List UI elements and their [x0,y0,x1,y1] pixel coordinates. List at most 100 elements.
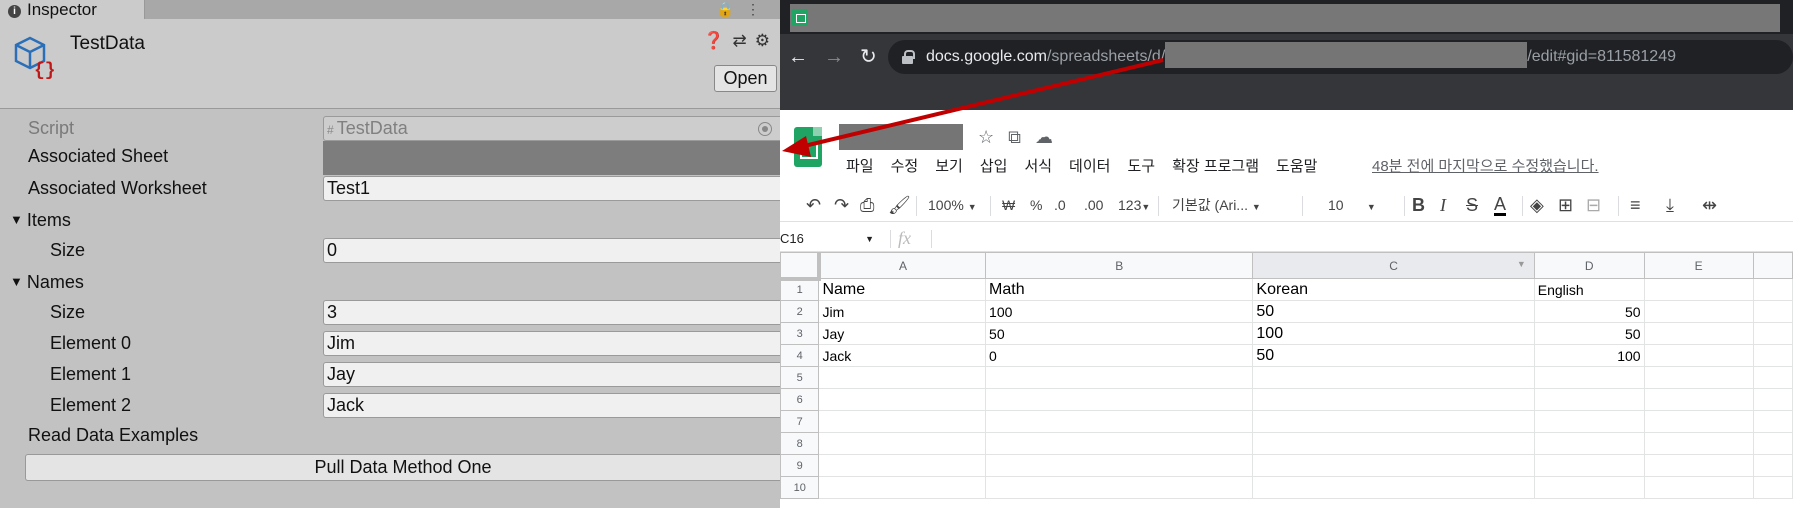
menu-item[interactable]: 도움말 [1276,158,1317,175]
cell[interactable] [985,410,1254,433]
last-edit-link[interactable]: 48분 전에 마지막으로 수정했습니다. [1372,155,1599,176]
menu-item[interactable]: 도구 [1127,158,1155,175]
menu-item[interactable]: 수정 [891,158,919,175]
cell[interactable] [1643,388,1754,411]
cell[interactable] [985,432,1254,455]
text-wrap-icon[interactable]: ⇹ [1702,195,1717,215]
column-header[interactable] [1752,252,1793,279]
element-field[interactable]: Jay [323,362,780,387]
cell[interactable]: 50 [985,322,1254,345]
cell[interactable] [1533,432,1645,455]
column-header[interactable]: E [1643,252,1754,279]
cell[interactable] [818,432,987,455]
cell[interactable] [985,476,1254,499]
cell[interactable] [818,454,987,477]
cell[interactable] [1752,410,1793,433]
menu-item[interactable]: 삽입 [980,158,1008,175]
object-picker-icon[interactable] [758,122,772,136]
cell[interactable] [1533,366,1645,389]
inspector-tab[interactable]: i Inspector [0,0,145,19]
cell[interactable]: Korean [1252,278,1535,301]
items-size-field[interactable]: 0 [323,238,780,263]
cell[interactable] [1643,300,1754,323]
more-icon[interactable]: ⋮ [746,1,772,17]
element-field[interactable]: Jack [323,393,780,418]
element-field[interactable]: Jim [323,331,780,356]
star-icon[interactable]: ☆ [978,127,1008,147]
cell[interactable] [1252,388,1535,411]
cell[interactable] [1752,454,1793,477]
row-header[interactable]: 7 [780,410,820,433]
cell[interactable] [1252,410,1535,433]
chevron-down-icon[interactable]: ▼ [1517,259,1526,269]
paint-format-icon[interactable]: 🖌 [888,195,911,215]
font-select[interactable]: 기본값 (Ari... ▼ [1172,195,1261,217]
cell[interactable]: 50 [1533,322,1645,345]
text-color-button[interactable]: A [1494,195,1507,216]
undo-icon[interactable]: ↶ [806,195,821,215]
names-foldout[interactable]: ▼ Names [0,266,780,297]
cell[interactable] [1752,388,1793,411]
gear-icon[interactable]: ⚙ [755,31,778,50]
pull-data-method-one-button[interactable]: Pull Data Method One [25,454,780,481]
cell[interactable]: English [1533,278,1645,301]
cell[interactable] [1643,278,1754,301]
menu-item[interactable]: 서식 [1024,158,1052,175]
move-folder-icon[interactable]: ⧉ [1008,127,1035,147]
cell[interactable] [1533,388,1645,411]
cell[interactable] [1252,432,1535,455]
cloud-status-icon[interactable]: ☁ [1035,127,1067,147]
cell[interactable] [1643,366,1754,389]
doc-title-redacted[interactable] [839,124,963,150]
row-header[interactable]: 1 [780,278,820,301]
print-icon[interactable]: ⎙ [860,195,874,215]
cell[interactable] [1752,366,1793,389]
cell[interactable] [1643,410,1754,433]
borders-icon[interactable]: ⊞ [1558,195,1573,215]
cell[interactable] [1752,300,1793,323]
cell[interactable] [985,388,1254,411]
increase-decimal-button[interactable]: .00 [1084,195,1103,215]
cell[interactable] [1752,432,1793,455]
cell[interactable] [985,454,1254,477]
cell[interactable]: Jim [818,300,987,323]
bold-button[interactable]: B [1412,195,1425,215]
preset-icon[interactable]: ⇄ [733,31,755,50]
font-size-select[interactable]: 10 ▼ [1328,195,1376,217]
column-header[interactable]: C ▼ [1252,252,1535,279]
back-icon[interactable]: ← [788,46,824,68]
foldout-arrow-icon[interactable]: ▼ [10,204,23,235]
cell[interactable] [1252,454,1535,477]
cell[interactable]: 100 [1252,322,1535,345]
currency-button[interactable]: ₩ [1002,195,1015,215]
address-bar[interactable]: docs.google.com/spreadsheets/d/ /edit#gid… [888,40,1793,74]
merge-cells-icon[interactable]: ⊟ [1586,195,1601,215]
sheets-logo-icon[interactable] [794,127,822,167]
lock-icon[interactable] [902,50,915,64]
cell[interactable] [1252,366,1535,389]
cell[interactable] [1752,344,1793,367]
cell[interactable]: 100 [1533,344,1645,367]
fill-color-icon[interactable]: ◈ [1530,195,1544,215]
more-formats-button[interactable]: 123▼ [1118,195,1150,217]
names-size-field[interactable]: 3 [323,300,780,325]
cell[interactable] [1533,454,1645,477]
row-header[interactable]: 8 [780,432,820,455]
row-header[interactable]: 5 [780,366,820,389]
column-header[interactable]: B [985,252,1254,279]
help-icon[interactable]: ❓ [703,31,732,50]
menu-item[interactable]: 파일 [846,158,874,175]
row-header[interactable]: 10 [780,476,820,499]
cell[interactable] [1533,476,1645,499]
cell[interactable] [1643,454,1754,477]
redo-icon[interactable]: ↷ [834,195,849,215]
cell[interactable] [818,410,987,433]
column-header[interactable]: D [1533,252,1645,279]
menu-item[interactable]: 데이터 [1069,158,1110,175]
cell[interactable]: 50 [1533,300,1645,323]
associated-worksheet-field[interactable]: Test1 [323,176,780,201]
cell[interactable]: Math [985,278,1254,301]
cell[interactable]: 100 [985,300,1254,323]
row-header[interactable]: 2 [780,300,820,323]
cell[interactable] [818,476,987,499]
